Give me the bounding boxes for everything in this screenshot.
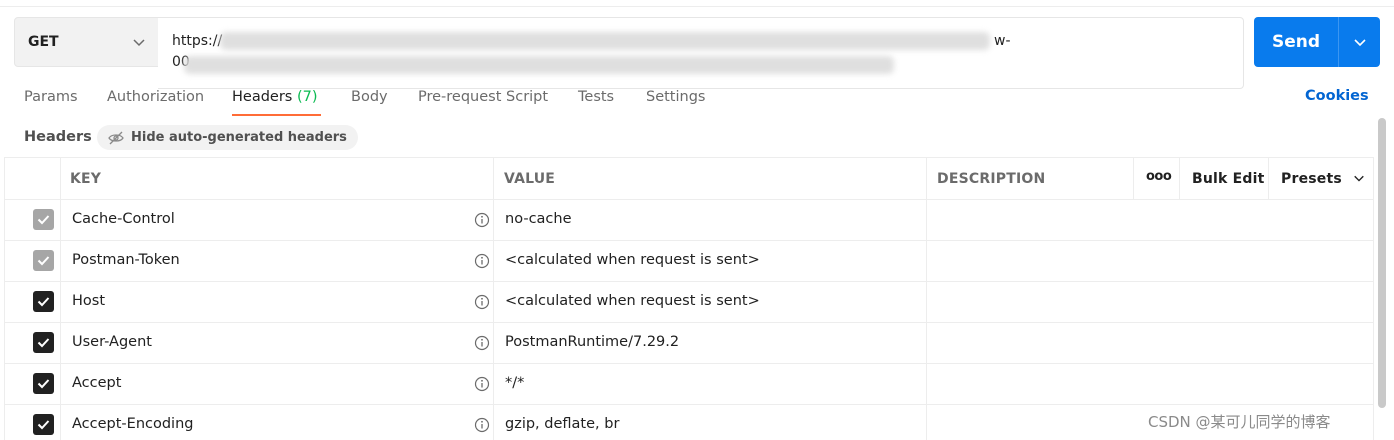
redacted-url-blur bbox=[184, 56, 894, 74]
column-separator bbox=[1268, 157, 1269, 200]
chevron-down-icon bbox=[1354, 175, 1364, 182]
column-separator bbox=[60, 157, 61, 440]
column-header-description: DESCRIPTION bbox=[937, 171, 1046, 187]
column-separator bbox=[4, 157, 5, 440]
row-checkbox[interactable] bbox=[33, 414, 54, 435]
row-value: <calculated when request is sent> bbox=[505, 252, 760, 268]
send-label: Send bbox=[1271, 32, 1321, 52]
row-value: */* bbox=[505, 375, 525, 391]
headers-section-title: Headers bbox=[24, 129, 92, 145]
check-icon bbox=[37, 215, 50, 225]
url-input[interactable]: https://w- 00 bbox=[158, 17, 1244, 89]
column-header-value: VALUE bbox=[504, 171, 556, 187]
column-separator bbox=[1179, 157, 1180, 200]
table-row: Host <calculated when request is sent> bbox=[4, 282, 1374, 323]
tab-headers-label: Headers bbox=[232, 89, 293, 105]
tab-tests[interactable]: Tests bbox=[578, 86, 614, 116]
redacted-url-blur bbox=[220, 32, 990, 50]
row-key: Host bbox=[72, 293, 106, 309]
top-divider bbox=[0, 0, 1394, 7]
watermark: CSDN @某可儿同学的博客 bbox=[1148, 413, 1331, 431]
tab-settings[interactable]: Settings bbox=[646, 86, 705, 116]
table-row: Cache-Control no-cache bbox=[4, 200, 1374, 241]
row-key: Accept bbox=[72, 375, 122, 391]
column-separator bbox=[1133, 157, 1134, 200]
send-button[interactable]: Send bbox=[1254, 17, 1380, 67]
check-icon bbox=[37, 420, 50, 430]
table-row: Accept */* bbox=[4, 364, 1374, 405]
method-label: GET bbox=[28, 34, 59, 50]
hide-auto-generated-headers-label: Hide auto-generated headers bbox=[131, 130, 347, 145]
row-value: PostmanRuntime/7.29.2 bbox=[505, 334, 680, 350]
check-icon bbox=[37, 379, 50, 389]
info-icon[interactable] bbox=[474, 335, 490, 351]
url-line-1: https:// bbox=[172, 33, 223, 49]
tab-authorization[interactable]: Authorization bbox=[107, 86, 204, 116]
row-key: Accept-Encoding bbox=[72, 416, 194, 432]
send-dropdown-button[interactable] bbox=[1339, 17, 1380, 67]
column-separator bbox=[1373, 157, 1374, 440]
tab-pre-request-script[interactable]: Pre-request Script bbox=[418, 86, 548, 116]
check-icon bbox=[37, 256, 50, 266]
eye-off-icon bbox=[108, 131, 124, 144]
method-select[interactable]: GET bbox=[14, 17, 159, 67]
row-value: gzip, deflate, br bbox=[505, 416, 620, 432]
info-icon[interactable] bbox=[474, 253, 490, 269]
chevron-down-icon bbox=[1353, 39, 1366, 47]
row-checkbox[interactable] bbox=[33, 250, 54, 271]
row-checkbox[interactable] bbox=[33, 332, 54, 353]
row-checkbox[interactable] bbox=[33, 373, 54, 394]
tab-body[interactable]: Body bbox=[351, 86, 388, 116]
presets-label: Presets bbox=[1281, 171, 1342, 187]
chevron-down-icon bbox=[133, 39, 145, 47]
info-icon[interactable] bbox=[474, 376, 490, 392]
bulk-edit-button[interactable]: Bulk Edit bbox=[1192, 171, 1265, 187]
row-value: <calculated when request is sent> bbox=[505, 293, 760, 309]
active-tab-indicator bbox=[232, 114, 321, 116]
tab-headers-count: (7) bbox=[296, 89, 318, 105]
row-value: no-cache bbox=[505, 211, 572, 227]
row-key: Postman-Token bbox=[72, 252, 180, 268]
tab-headers[interactable]: Headers (7) bbox=[232, 86, 318, 116]
info-icon[interactable] bbox=[474, 417, 490, 433]
check-icon bbox=[37, 297, 50, 307]
column-header-key: KEY bbox=[70, 171, 102, 187]
cookies-link[interactable]: Cookies bbox=[1305, 88, 1369, 104]
table-header-row: KEY VALUE DESCRIPTION ooo Bulk Edit Pres… bbox=[4, 157, 1374, 200]
presets-dropdown[interactable]: Presets bbox=[1281, 171, 1365, 187]
column-separator bbox=[493, 157, 494, 440]
tab-params[interactable]: Params bbox=[24, 86, 78, 116]
row-checkbox[interactable] bbox=[33, 209, 54, 230]
info-icon[interactable] bbox=[474, 212, 490, 228]
column-separator bbox=[926, 157, 927, 440]
row-key: User-Agent bbox=[72, 334, 152, 350]
more-options-button[interactable]: ooo bbox=[1146, 169, 1172, 184]
hide-auto-generated-headers-button[interactable]: Hide auto-generated headers bbox=[97, 125, 358, 150]
info-icon[interactable] bbox=[474, 294, 490, 310]
url-line-1-tail: w- bbox=[994, 33, 1011, 49]
row-key: Cache-Control bbox=[72, 211, 175, 227]
check-icon bbox=[37, 338, 50, 348]
row-checkbox[interactable] bbox=[33, 291, 54, 312]
table-row: User-Agent PostmanRuntime/7.29.2 bbox=[4, 323, 1374, 364]
table-row: Postman-Token <calculated when request i… bbox=[4, 241, 1374, 282]
vertical-scrollbar[interactable] bbox=[1378, 118, 1386, 408]
